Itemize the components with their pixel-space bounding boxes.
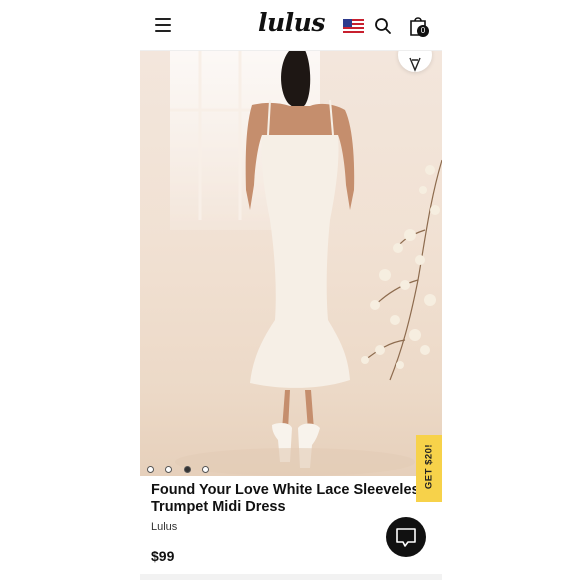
model-figure — [245, 50, 355, 468]
product-title: Found Your Love White Lace Sleeveless Tr… — [151, 482, 441, 516]
promo-label: GET $20! — [423, 443, 435, 490]
us-flag-icon[interactable] — [343, 19, 364, 34]
product-brand[interactable]: Lulus — [151, 521, 177, 533]
gallery-dot-3[interactable] — [183, 466, 191, 473]
gallery-pagination — [147, 460, 216, 473]
chat-button[interactable] — [386, 517, 426, 557]
search-icon[interactable] — [374, 17, 392, 35]
pinterest-button[interactable] — [398, 50, 432, 72]
flower-blossoms — [361, 165, 440, 369]
product-price: $99 — [151, 548, 175, 564]
side-margin-left — [0, 0, 140, 580]
hamburger-menu-icon[interactable] — [155, 18, 171, 32]
top-navigation-bar: lulus 0 — [140, 0, 442, 51]
bottom-divider — [140, 574, 442, 580]
chat-icon — [396, 528, 416, 547]
gallery-dot-1[interactable] — [147, 466, 154, 473]
product-photo — [170, 50, 442, 476]
product-image-gallery[interactable] — [140, 50, 442, 476]
product-title-line-1: Found Your Love White Lace Sleeveless — [151, 482, 428, 498]
product-title-line-2: Trumpet Midi Dress — [151, 499, 286, 515]
promo-tab[interactable]: GET $20! — [416, 435, 442, 502]
side-margin-right — [442, 0, 580, 580]
cart-count-badge: 0 — [417, 25, 429, 37]
site-logo[interactable]: lulus — [258, 8, 325, 37]
product-page: lulus 0 GET $20! Found Your Love White L… — [140, 0, 442, 580]
pinterest-icon — [409, 57, 421, 72]
